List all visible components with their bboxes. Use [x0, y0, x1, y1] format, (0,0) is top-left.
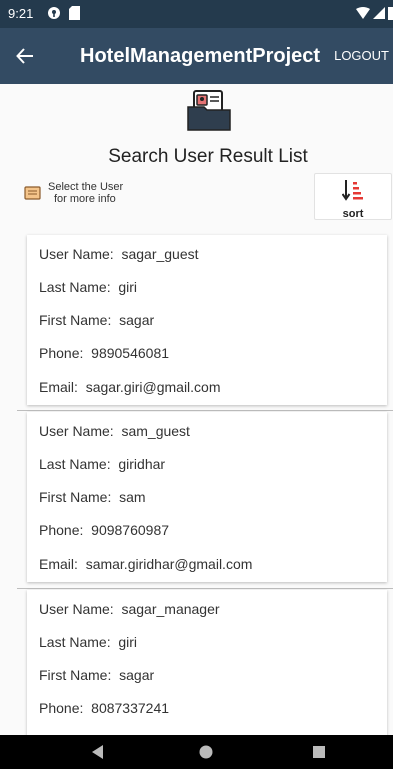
first-name-label: First Name:	[39, 489, 112, 505]
email-row: Email: samar.giridhar@gmail.com	[39, 556, 252, 572]
last-name-label: Last Name:	[39, 456, 111, 472]
app-bar: HotelManagementProject LOGOUT	[0, 28, 393, 84]
back-button[interactable]	[16, 40, 44, 72]
first-name-label: First Name:	[39, 312, 112, 328]
app-title: HotelManagementProject	[80, 45, 321, 67]
row-divider	[17, 588, 393, 589]
select-hint: Select the User for more info	[24, 181, 123, 205]
user-name-row: User Name: sam_guest	[39, 423, 190, 439]
user-name-label: User Name:	[39, 601, 114, 617]
page-title: Search User Result List	[108, 146, 308, 167]
user-card[interactable]: User Name: sam_guest Last Name: giridhar…	[27, 412, 387, 582]
row-divider	[17, 410, 393, 411]
phone-label: Phone:	[39, 700, 84, 716]
user-name-row: User Name: sagar_manager	[39, 601, 220, 617]
user-name-value: sagar_manager	[121, 601, 220, 617]
last-name-label: Last Name:	[39, 279, 111, 295]
email-label: Email:	[39, 379, 78, 395]
user-name-label: User Name:	[39, 246, 114, 262]
last-name-row: Last Name: giri	[39, 634, 137, 650]
note-icon	[24, 186, 41, 200]
vpn-key-icon	[48, 7, 60, 19]
user-name-value: sam_guest	[121, 423, 190, 439]
first-name-value: sam	[119, 489, 146, 505]
phone-label: Phone:	[39, 345, 84, 361]
first-name-row: First Name: sagar	[39, 667, 154, 683]
hint-line-2: for more info	[54, 193, 116, 205]
email-value: samar.giridhar@gmail.com	[85, 556, 253, 572]
logout-button[interactable]: LOGOUT	[334, 48, 389, 63]
recents-square-icon[interactable]	[309, 742, 329, 762]
first-name-row: First Name: sam	[39, 489, 146, 505]
last-name-label: Last Name:	[39, 634, 111, 650]
hint-line-1: Select the User	[48, 181, 124, 193]
user-card[interactable]: User Name: sagar_manager Last Name: giri…	[27, 590, 387, 735]
wifi-icon	[356, 7, 370, 19]
user-name-value: sagar_guest	[121, 246, 199, 262]
sort-label: sort	[342, 208, 364, 220]
first-name-value: sagar	[119, 312, 155, 328]
sd-card-icon	[69, 6, 80, 20]
last-name-row: Last Name: giri	[39, 279, 137, 295]
email-label: Email:	[39, 556, 78, 572]
phone-value: 9890546081	[91, 345, 170, 361]
user-name-row: User Name: sagar_guest	[39, 246, 199, 262]
phone-value: 8087337241	[91, 700, 170, 716]
first-name-label: First Name:	[39, 667, 112, 683]
user-results-list[interactable]: User Name: sagar_guest Last Name: giri F…	[0, 230, 393, 735]
first-name-row: First Name: sagar	[39, 312, 154, 328]
phone-label: Phone:	[39, 522, 84, 538]
email-row: Email: sagar.giri@gmail.com	[39, 379, 221, 395]
last-name-value: giri	[118, 634, 138, 650]
last-name-value: giridhar	[118, 456, 166, 472]
last-name-row: Last Name: giridhar	[39, 456, 165, 472]
phone-row: Phone: 9890546081	[39, 345, 169, 361]
arrow-left-icon	[16, 48, 33, 64]
home-circle-icon[interactable]	[196, 742, 216, 762]
status-bar: 9:21	[0, 0, 393, 28]
phone-row: Phone: 9098760987	[39, 522, 169, 538]
signal-icon	[373, 7, 385, 19]
battery-icon	[388, 7, 393, 20]
email-value: sagar.giri@gmail.com	[85, 379, 221, 395]
system-nav-bar	[0, 735, 393, 769]
phone-row: Phone: 8087337241	[39, 700, 169, 716]
sort-button[interactable]: sort	[314, 173, 392, 220]
status-time: 9:21	[8, 6, 34, 21]
sort-descending-icon	[341, 180, 363, 201]
back-triangle-icon[interactable]	[88, 742, 108, 762]
last-name-value: giri	[118, 279, 138, 295]
phone-value: 9098760987	[91, 522, 170, 538]
first-name-value: sagar	[119, 667, 155, 683]
user-folder-icon	[187, 90, 231, 131]
user-card[interactable]: User Name: sagar_guest Last Name: giri F…	[27, 235, 387, 405]
user-name-label: User Name:	[39, 423, 114, 439]
